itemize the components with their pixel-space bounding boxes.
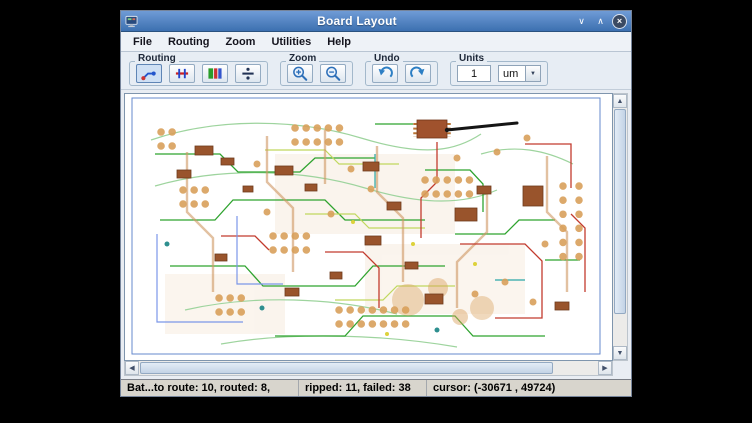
units-value-input[interactable] xyxy=(457,65,491,82)
scroll-down-icon: ▼ xyxy=(617,350,624,357)
units-group-label: Units xyxy=(456,54,487,64)
menu-help[interactable]: Help xyxy=(320,34,358,50)
minimize-button[interactable]: ∨ xyxy=(574,14,589,29)
board-canvas[interactable] xyxy=(124,93,613,361)
vertical-scroll-track[interactable] xyxy=(613,108,627,346)
zoom-group-label: Zoom xyxy=(286,54,319,64)
undo-icon xyxy=(376,66,394,82)
status-cursor-position: cursor: (-30671 , 49724) xyxy=(427,380,631,396)
menu-file[interactable]: File xyxy=(126,34,159,50)
fanout-icon xyxy=(173,66,191,81)
vertical-scrollbar[interactable]: ▲ ▼ xyxy=(613,93,628,361)
autoroute-button[interactable] xyxy=(136,64,162,83)
redo-button[interactable] xyxy=(405,64,431,83)
scroll-left-button[interactable]: ◀ xyxy=(125,361,139,375)
horizontal-scroll-thumb[interactable] xyxy=(140,362,553,374)
vertical-scroll-thumb[interactable] xyxy=(614,109,626,314)
maximize-button[interactable]: ∧ xyxy=(593,14,608,29)
app-window: Board Layout ∨ ∧ × File Routing Zoom Uti… xyxy=(120,10,632,397)
horizontal-scrollbar[interactable]: ◀ ▶ xyxy=(124,361,613,376)
ic-chip xyxy=(415,120,449,138)
zoom-in-button[interactable] xyxy=(287,64,313,83)
units-combobox[interactable]: um ▼ xyxy=(498,65,541,82)
undo-group: Undo xyxy=(365,61,438,86)
app-icon xyxy=(125,14,140,28)
title-bar[interactable]: Board Layout ∨ ∧ × xyxy=(121,11,631,32)
zoom-out-icon xyxy=(324,65,342,82)
status-bar: Bat...to route: 10, routed: 8, ripped: 1… xyxy=(121,379,631,396)
scroll-left-icon: ◀ xyxy=(129,364,134,372)
menu-utilities[interactable]: Utilities xyxy=(264,34,318,50)
zoom-in-icon xyxy=(291,65,309,82)
pcb-board-graphic xyxy=(125,94,612,360)
zoom-group: Zoom xyxy=(280,61,353,86)
menu-bar: File Routing Zoom Utilities Help xyxy=(121,32,631,52)
scrollbar-corner xyxy=(613,361,628,376)
zoom-out-button[interactable] xyxy=(320,64,346,83)
scroll-right-icon: ▶ xyxy=(602,364,607,372)
routing-group-label: Routing xyxy=(135,54,179,64)
spread-icon xyxy=(239,66,257,81)
menu-zoom[interactable]: Zoom xyxy=(219,34,263,50)
scroll-up-icon: ▲ xyxy=(617,98,624,105)
menu-routing[interactable]: Routing xyxy=(161,34,217,50)
toolbar: Routing xyxy=(121,52,631,90)
fanout-button[interactable] xyxy=(169,64,195,83)
chevron-down-icon: ▼ xyxy=(530,71,536,77)
optimize-icon xyxy=(206,66,224,81)
main-area: ▲ ▼ ◀ ▶ xyxy=(121,90,631,379)
status-rip-counts: ripped: 11, failed: 38 xyxy=(299,380,427,396)
units-group: Units um ▼ xyxy=(450,61,548,86)
horizontal-scroll-track[interactable] xyxy=(139,361,598,375)
routing-group: Routing xyxy=(129,61,268,86)
status-route-counts: Bat...to route: 10, routed: 8, xyxy=(121,380,299,396)
optimize-button[interactable] xyxy=(202,64,228,83)
redo-icon xyxy=(409,66,427,82)
autoroute-icon xyxy=(140,66,158,81)
undo-button[interactable] xyxy=(372,64,398,83)
combobox-arrow-button[interactable]: ▼ xyxy=(525,66,540,81)
units-combobox-value: um xyxy=(499,66,525,81)
scroll-down-button[interactable]: ▼ xyxy=(613,346,627,360)
spread-button[interactable] xyxy=(235,64,261,83)
window-title: Board Layout xyxy=(140,14,574,28)
scroll-right-button[interactable]: ▶ xyxy=(598,361,612,375)
incomplete-route-line xyxy=(445,123,517,132)
scroll-up-button[interactable]: ▲ xyxy=(613,94,627,108)
close-button[interactable]: × xyxy=(612,14,627,29)
undo-group-label: Undo xyxy=(371,54,403,64)
